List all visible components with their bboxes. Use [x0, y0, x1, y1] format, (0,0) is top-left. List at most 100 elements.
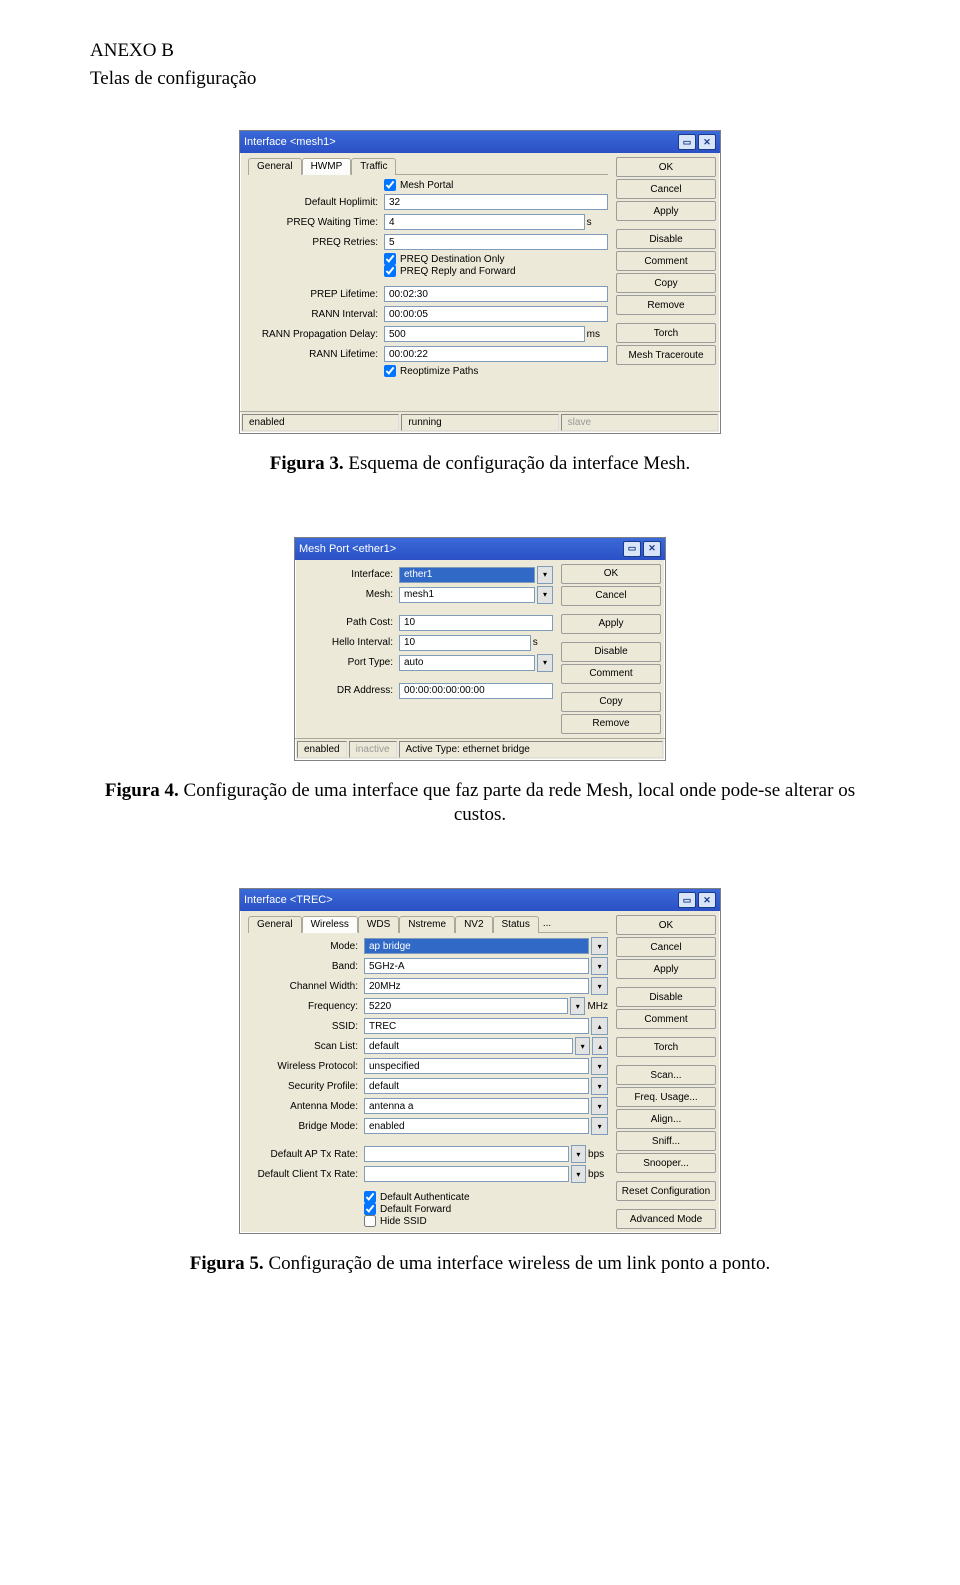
snooper-button[interactable]: Snooper...	[616, 1153, 716, 1173]
dropdown-icon[interactable]: ▾	[591, 1117, 608, 1135]
input-rann-lifetime[interactable]	[384, 346, 608, 362]
copy-button[interactable]: Copy	[561, 692, 661, 712]
cancel-button[interactable]: Cancel	[616, 179, 716, 199]
remove-button[interactable]: Remove	[616, 295, 716, 315]
tab-wds[interactable]: WDS	[358, 916, 399, 933]
close-icon[interactable]: ✕	[698, 892, 716, 908]
tab-general[interactable]: General	[248, 158, 302, 175]
comment-button[interactable]: Comment	[616, 1009, 716, 1029]
input-rann-prop-delay[interactable]	[384, 326, 585, 342]
input-preq-waiting[interactable]	[384, 214, 585, 230]
input-ssid[interactable]	[364, 1018, 589, 1034]
minimize-icon[interactable]: ▭	[678, 892, 696, 908]
remove-button[interactable]: Remove	[561, 714, 661, 734]
dropdown-icon[interactable]: ▾	[591, 937, 608, 955]
checkbox-reoptimize[interactable]: Reoptimize Paths	[248, 365, 608, 377]
input-mesh[interactable]	[399, 587, 535, 603]
ok-button[interactable]: OK	[616, 157, 716, 177]
checkbox-default-forward[interactable]: Default Forward	[248, 1203, 608, 1215]
disable-button[interactable]: Disable	[616, 987, 716, 1007]
input-frequency[interactable]	[364, 998, 568, 1014]
disable-button[interactable]: Disable	[561, 642, 661, 662]
freq-usage-button[interactable]: Freq. Usage...	[616, 1087, 716, 1107]
dropdown-icon[interactable]: ▾	[537, 566, 553, 584]
input-preq-retries[interactable]	[384, 234, 608, 250]
minimize-icon[interactable]: ▭	[623, 541, 641, 557]
advanced-mode-button[interactable]: Advanced Mode	[616, 1209, 716, 1229]
dropdown-icon[interactable]: ▾	[537, 586, 553, 604]
tab-nv2[interactable]: NV2	[455, 916, 492, 933]
apply-button[interactable]: Apply	[616, 959, 716, 979]
tab-status[interactable]: Status	[493, 916, 539, 933]
checkbox-preq-dest-only[interactable]: PREQ Destination Only	[248, 253, 608, 265]
reset-config-button[interactable]: Reset Configuration	[616, 1181, 716, 1201]
input-default-ap-tx[interactable]	[364, 1146, 569, 1162]
checkbox-hide-ssid[interactable]: Hide SSID	[248, 1215, 608, 1227]
sniff-button[interactable]: Sniff...	[616, 1131, 716, 1151]
tab-wireless[interactable]: Wireless	[302, 916, 358, 933]
comment-button[interactable]: Comment	[616, 251, 716, 271]
close-icon[interactable]: ✕	[698, 134, 716, 150]
dropdown-icon[interactable]: ▾	[575, 1037, 591, 1055]
input-port-type[interactable]	[399, 655, 535, 671]
torch-button[interactable]: Torch	[616, 323, 716, 343]
input-hello-interval[interactable]	[399, 635, 531, 651]
input-channel-width[interactable]	[364, 978, 589, 994]
input-rann-interval[interactable]	[384, 306, 608, 322]
input-default-hoplimit[interactable]	[384, 194, 608, 210]
input-path-cost[interactable]	[399, 615, 553, 631]
disable-button[interactable]: Disable	[616, 229, 716, 249]
checkbox-mesh-portal[interactable]: Mesh Portal	[248, 179, 608, 191]
checkbox-preq-reply-fwd[interactable]: PREQ Reply and Forward	[248, 265, 608, 277]
scan-button[interactable]: Scan...	[616, 1065, 716, 1085]
mesh-portal-check[interactable]	[384, 179, 396, 191]
comment-button[interactable]: Comment	[561, 664, 661, 684]
copy-button[interactable]: Copy	[616, 273, 716, 293]
input-default-client-tx[interactable]	[364, 1166, 569, 1182]
ok-button[interactable]: OK	[616, 915, 716, 935]
input-prep-lifetime[interactable]	[384, 286, 608, 302]
ok-button[interactable]: OK	[561, 564, 661, 584]
input-band[interactable]	[364, 958, 589, 974]
tab-more[interactable]: ...	[539, 916, 555, 933]
input-dr-address[interactable]	[399, 683, 553, 699]
apply-button[interactable]: Apply	[616, 201, 716, 221]
minimize-icon[interactable]: ▭	[678, 134, 696, 150]
dropdown-icon[interactable]: ▾	[591, 977, 608, 995]
checkbox-default-authenticate[interactable]: Default Authenticate	[248, 1191, 608, 1203]
input-mode[interactable]	[364, 938, 589, 954]
reoptimize-check[interactable]	[384, 365, 396, 377]
preq-dest-check[interactable]	[384, 253, 396, 265]
dropdown-icon[interactable]: ▾	[591, 1097, 608, 1115]
dropdown-icon[interactable]: ▾	[537, 654, 553, 672]
tab-hwmp[interactable]: HWMP	[302, 158, 352, 175]
cancel-button[interactable]: Cancel	[616, 937, 716, 957]
dropdown-icon[interactable]: ▾	[591, 1077, 608, 1095]
down-icon[interactable]: ▾	[571, 1165, 586, 1183]
close-icon[interactable]: ✕	[643, 541, 661, 557]
dropdown-icon[interactable]: ▾	[570, 997, 585, 1015]
down-icon[interactable]: ▾	[571, 1145, 586, 1163]
input-security-profile[interactable]	[364, 1078, 589, 1094]
input-wireless-protocol[interactable]	[364, 1058, 589, 1074]
dropdown-icon[interactable]: ▾	[591, 1057, 608, 1075]
preq-reply-check[interactable]	[384, 265, 396, 277]
align-button[interactable]: Align...	[616, 1109, 716, 1129]
default-fwd-check[interactable]	[364, 1203, 376, 1215]
cancel-button[interactable]: Cancel	[561, 586, 661, 606]
default-auth-check[interactable]	[364, 1191, 376, 1203]
hide-ssid-check[interactable]	[364, 1215, 376, 1227]
input-scan-list[interactable]	[364, 1038, 573, 1054]
input-antenna-mode[interactable]	[364, 1098, 589, 1114]
tab-nstreme[interactable]: Nstreme	[399, 916, 455, 933]
apply-button[interactable]: Apply	[561, 614, 661, 634]
dropdown-icon[interactable]: ▾	[591, 957, 608, 975]
torch-button[interactable]: Torch	[616, 1037, 716, 1057]
tab-traffic[interactable]: Traffic	[351, 158, 396, 175]
mesh-traceroute-button[interactable]: Mesh Traceroute	[616, 345, 716, 365]
tab-general[interactable]: General	[248, 916, 302, 933]
up-icon[interactable]: ▴	[591, 1017, 608, 1035]
up-icon[interactable]: ▴	[592, 1037, 608, 1055]
input-interface[interactable]	[399, 567, 535, 583]
input-bridge-mode[interactable]	[364, 1118, 589, 1134]
